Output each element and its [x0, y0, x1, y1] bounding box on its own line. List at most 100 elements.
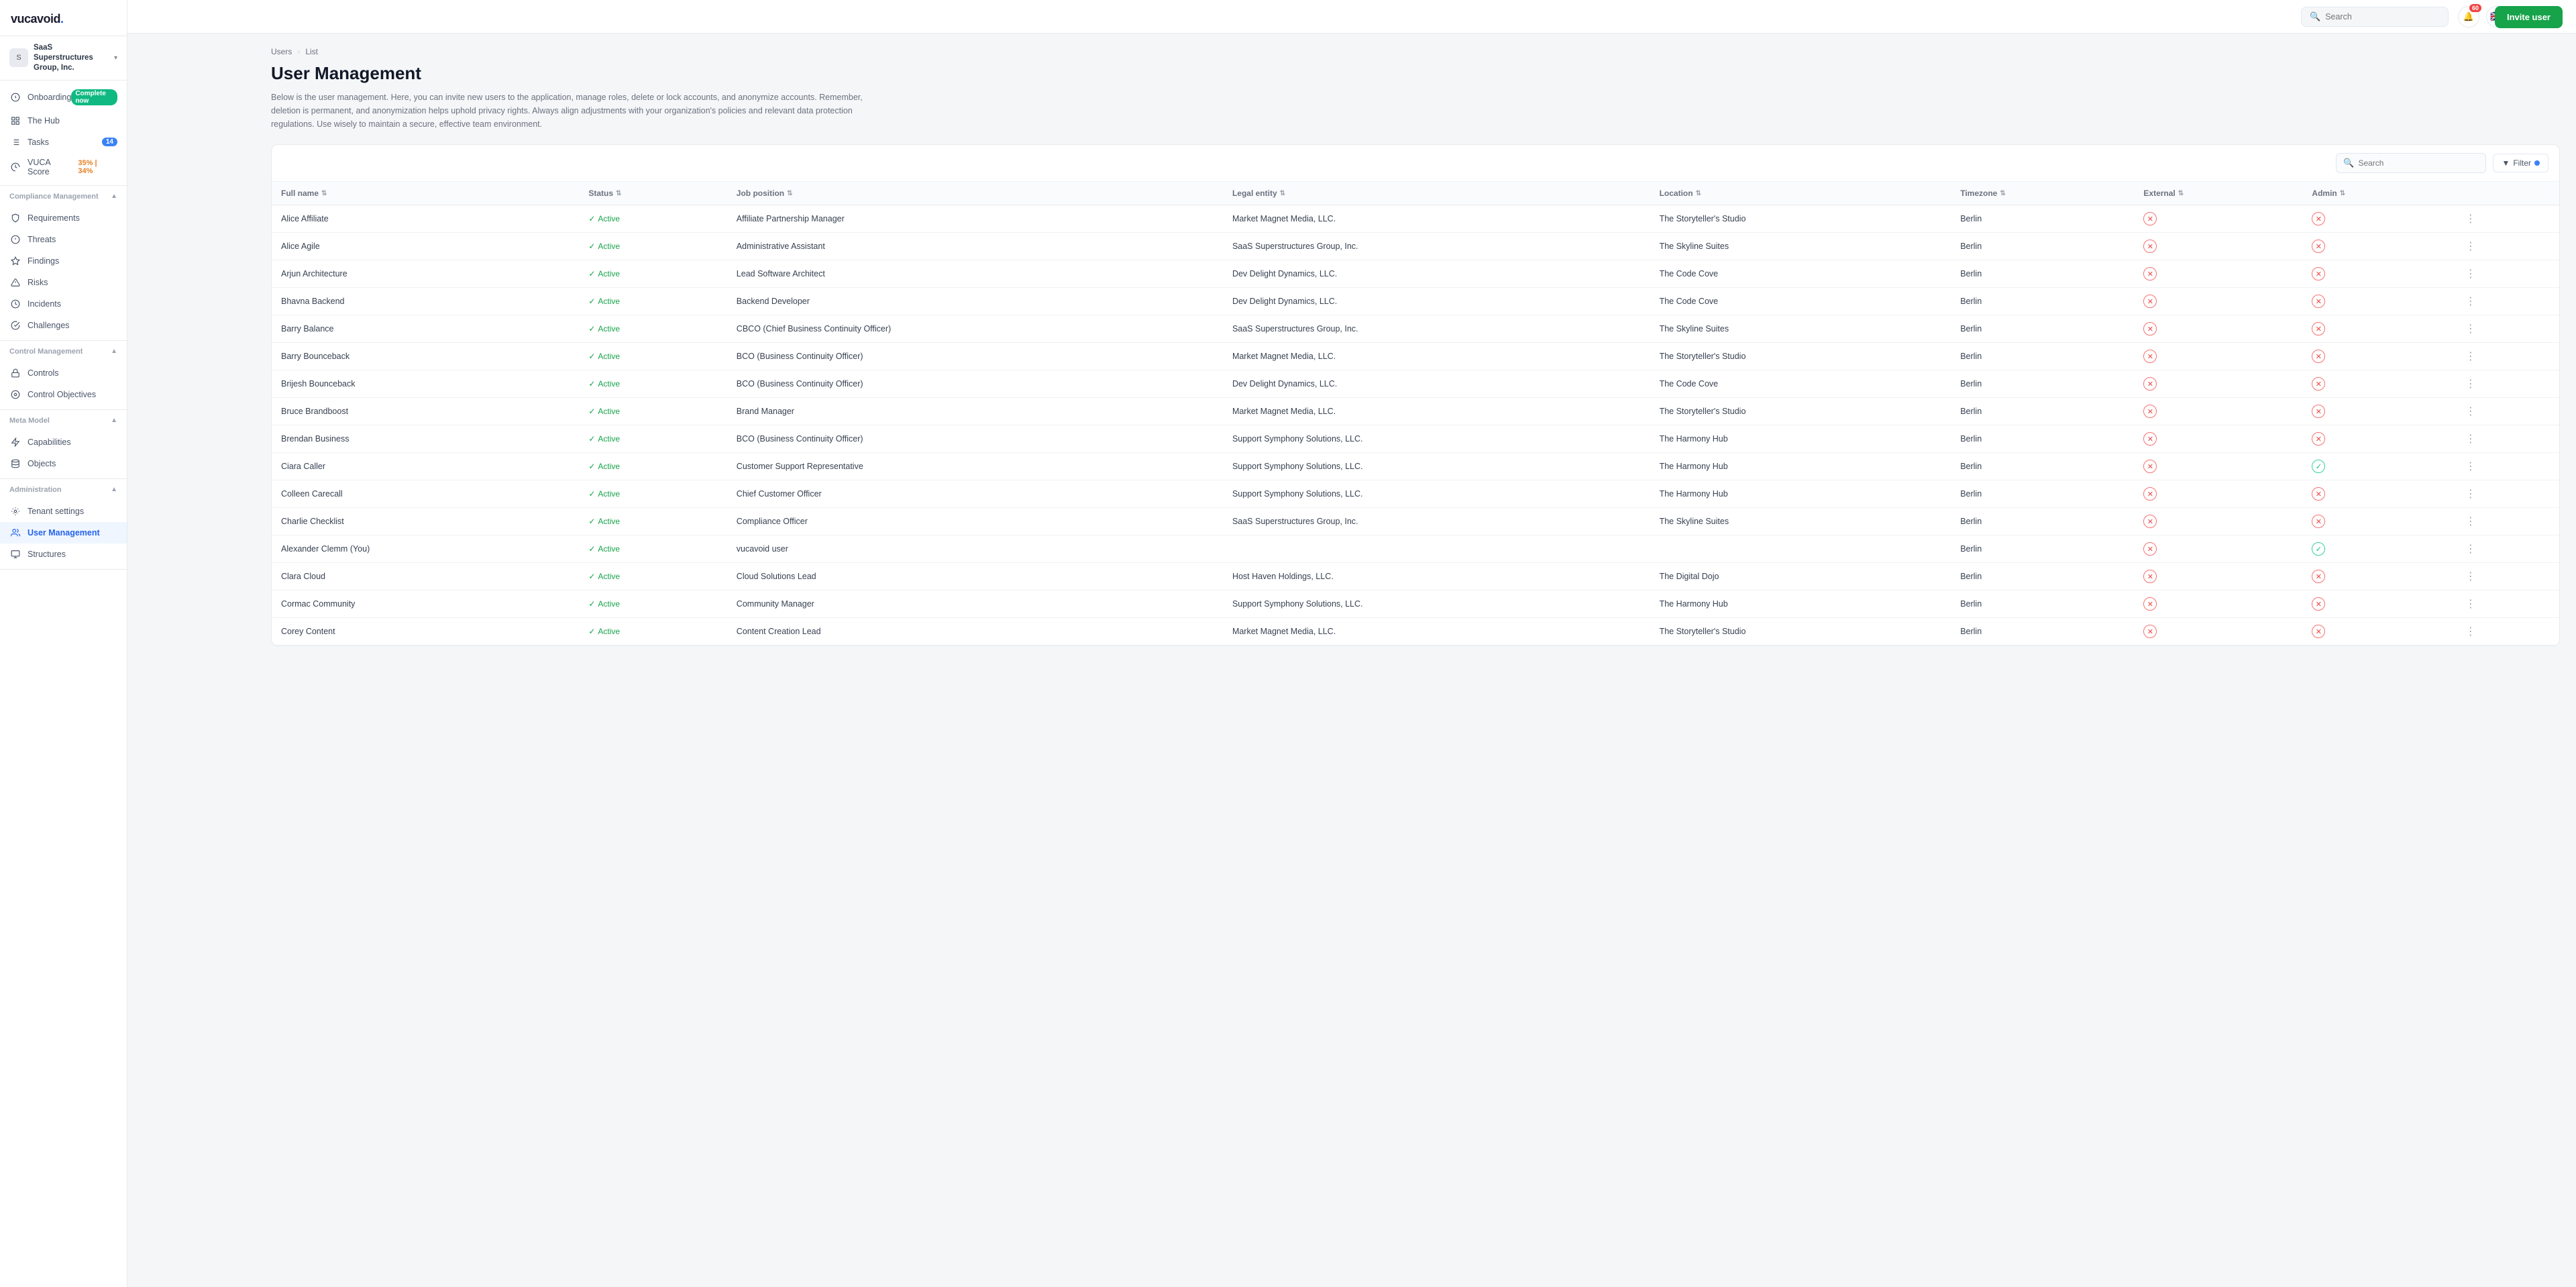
sidebar-item-requirements[interactable]: Requirements: [0, 207, 127, 229]
row-actions-button[interactable]: ⋮: [2461, 350, 2480, 364]
sidebar-item-tenant-settings[interactable]: Tenant settings: [0, 501, 127, 522]
meta-section-header[interactable]: Meta Model ▲: [0, 410, 127, 427]
search-input[interactable]: [2325, 12, 2440, 21]
admin-no-icon: ✕: [2312, 570, 2325, 583]
row-actions-button[interactable]: ⋮: [2461, 570, 2480, 584]
col-admin[interactable]: Admin⇅: [2302, 182, 2451, 205]
row-actions-button[interactable]: ⋮: [2461, 212, 2480, 226]
row-actions-button[interactable]: ⋮: [2461, 240, 2480, 254]
row-actions-button[interactable]: ⋮: [2461, 542, 2480, 556]
sidebar-item-user-management[interactable]: User Management: [0, 522, 127, 544]
sidebar-item-incidents[interactable]: Incidents: [0, 293, 127, 315]
external-no-icon: ✕: [2143, 515, 2157, 528]
admin-yes-icon: ✓: [2312, 460, 2325, 473]
check-icon: ✓: [588, 214, 595, 223]
table-search-input[interactable]: [2358, 158, 2479, 168]
notifications-button[interactable]: 🔔 60: [2458, 6, 2479, 28]
filter-label: Filter: [2513, 158, 2531, 168]
sidebar-item-vuca-score[interactable]: VUCA Score 35% | 34%: [0, 153, 127, 181]
sidebar-item-label: Threats: [28, 235, 56, 244]
cell-timezone: Berlin: [1951, 233, 2134, 260]
col-location[interactable]: Location⇅: [1650, 182, 1951, 205]
sidebar-item-structures[interactable]: Structures: [0, 544, 127, 565]
sidebar-item-tasks[interactable]: Tasks 14: [0, 132, 127, 153]
sidebar-item-control-objectives[interactable]: Control Objectives: [0, 384, 127, 405]
sort-icon: ⇅: [1280, 190, 1285, 197]
admin-no-icon: ✕: [2312, 240, 2325, 253]
row-actions-button[interactable]: ⋮: [2461, 432, 2480, 446]
admin-section-label: Administration: [9, 486, 62, 494]
cell-legal: Support Symphony Solutions, LLC.: [1223, 590, 1650, 618]
sidebar-item-challenges[interactable]: Challenges: [0, 315, 127, 336]
cell-menu: ⋮: [2452, 508, 2559, 535]
search-icon: 🔍: [2310, 11, 2320, 22]
sidebar-item-objects[interactable]: Objects: [0, 453, 127, 474]
filter-button[interactable]: ▼ Filter: [2493, 154, 2548, 172]
cell-name: Alice Affiliate: [272, 205, 579, 233]
check-icon: ✓: [588, 462, 595, 471]
users-table: Full name⇅ Status⇅ Job position⇅ Legal e…: [272, 182, 2559, 646]
org-switcher[interactable]: S SaaS Superstructures Group, Inc. ▾: [0, 36, 127, 81]
row-actions-button[interactable]: ⋮: [2461, 377, 2480, 391]
row-actions-button[interactable]: ⋮: [2461, 515, 2480, 529]
cell-legal: Dev Delight Dynamics, LLC.: [1223, 370, 1650, 398]
col-fullname[interactable]: Full name⇅: [272, 182, 579, 205]
check-icon: ✓: [588, 434, 595, 444]
admin-no-icon: ✕: [2312, 212, 2325, 225]
table-row: Charlie Checklist ✓ Active Compliance Of…: [272, 508, 2559, 535]
invite-user-button[interactable]: Invite user: [2495, 6, 2563, 28]
meta-chevron-icon: ▲: [111, 417, 117, 424]
external-no-icon: ✕: [2143, 597, 2157, 611]
cell-location: The Skyline Suites: [1650, 508, 1951, 535]
global-search[interactable]: 🔍: [2301, 7, 2449, 27]
cell-menu: ⋮: [2452, 288, 2559, 315]
cell-status: ✓ Active: [579, 563, 727, 590]
row-actions-button[interactable]: ⋮: [2461, 405, 2480, 419]
row-actions-button[interactable]: ⋮: [2461, 597, 2480, 611]
admin-section-header[interactable]: Administration ▲: [0, 479, 127, 497]
page-title: User Management: [271, 63, 2560, 84]
sidebar-item-findings[interactable]: Findings: [0, 250, 127, 272]
tasks-badge: 14: [102, 138, 117, 146]
col-legal[interactable]: Legal entity⇅: [1223, 182, 1650, 205]
cell-location: The Storyteller's Studio: [1650, 618, 1951, 646]
cell-external: ✕: [2134, 453, 2302, 480]
tasks-icon: [9, 136, 21, 148]
table-row: Brendan Business ✓ Active BCO (Business …: [272, 425, 2559, 453]
sidebar-item-hub[interactable]: The Hub: [0, 110, 127, 132]
meta-nav: Capabilities Objects: [0, 427, 127, 479]
breadcrumb-users[interactable]: Users: [271, 47, 292, 56]
sort-icon: ⇅: [2178, 190, 2184, 197]
cell-name: Cormac Community: [272, 590, 579, 618]
cell-admin: ✓: [2302, 535, 2451, 563]
status-badge: ✓ Active: [588, 379, 620, 389]
cell-name: Bruce Brandboost: [272, 398, 579, 425]
table-search[interactable]: 🔍: [2336, 153, 2486, 173]
check-icon: ✓: [588, 407, 595, 416]
col-status[interactable]: Status⇅: [579, 182, 727, 205]
col-external[interactable]: External⇅: [2134, 182, 2302, 205]
col-timezone[interactable]: Timezone⇅: [1951, 182, 2134, 205]
sidebar-item-label: Control Objectives: [28, 390, 96, 399]
row-actions-button[interactable]: ⋮: [2461, 322, 2480, 336]
control-nav: Controls Control Objectives: [0, 358, 127, 410]
row-actions-button[interactable]: ⋮: [2461, 295, 2480, 309]
row-actions-button[interactable]: ⋮: [2461, 460, 2480, 474]
sidebar-item-onboarding[interactable]: Onboarding Complete now: [0, 85, 127, 110]
compliance-section-header[interactable]: Compliance Management ▲: [0, 186, 127, 203]
col-job[interactable]: Job position⇅: [727, 182, 1223, 205]
sidebar-item-risks[interactable]: Risks: [0, 272, 127, 293]
cell-job: Community Manager: [727, 590, 1223, 618]
row-actions-button[interactable]: ⋮: [2461, 267, 2480, 281]
row-actions-button[interactable]: ⋮: [2461, 625, 2480, 639]
external-no-icon: ✕: [2143, 625, 2157, 638]
sidebar-item-capabilities[interactable]: Capabilities: [0, 431, 127, 453]
table-row: Colleen Carecall ✓ Active Chief Customer…: [272, 480, 2559, 508]
row-actions-button[interactable]: ⋮: [2461, 487, 2480, 501]
cell-admin: ✕: [2302, 563, 2451, 590]
sidebar-item-threats[interactable]: Threats: [0, 229, 127, 250]
sidebar-item-controls[interactable]: Controls: [0, 362, 127, 384]
control-section-header[interactable]: Control Management ▲: [0, 341, 127, 358]
cell-legal: Market Magnet Media, LLC.: [1223, 205, 1650, 233]
sort-icon: ⇅: [2000, 190, 2005, 197]
